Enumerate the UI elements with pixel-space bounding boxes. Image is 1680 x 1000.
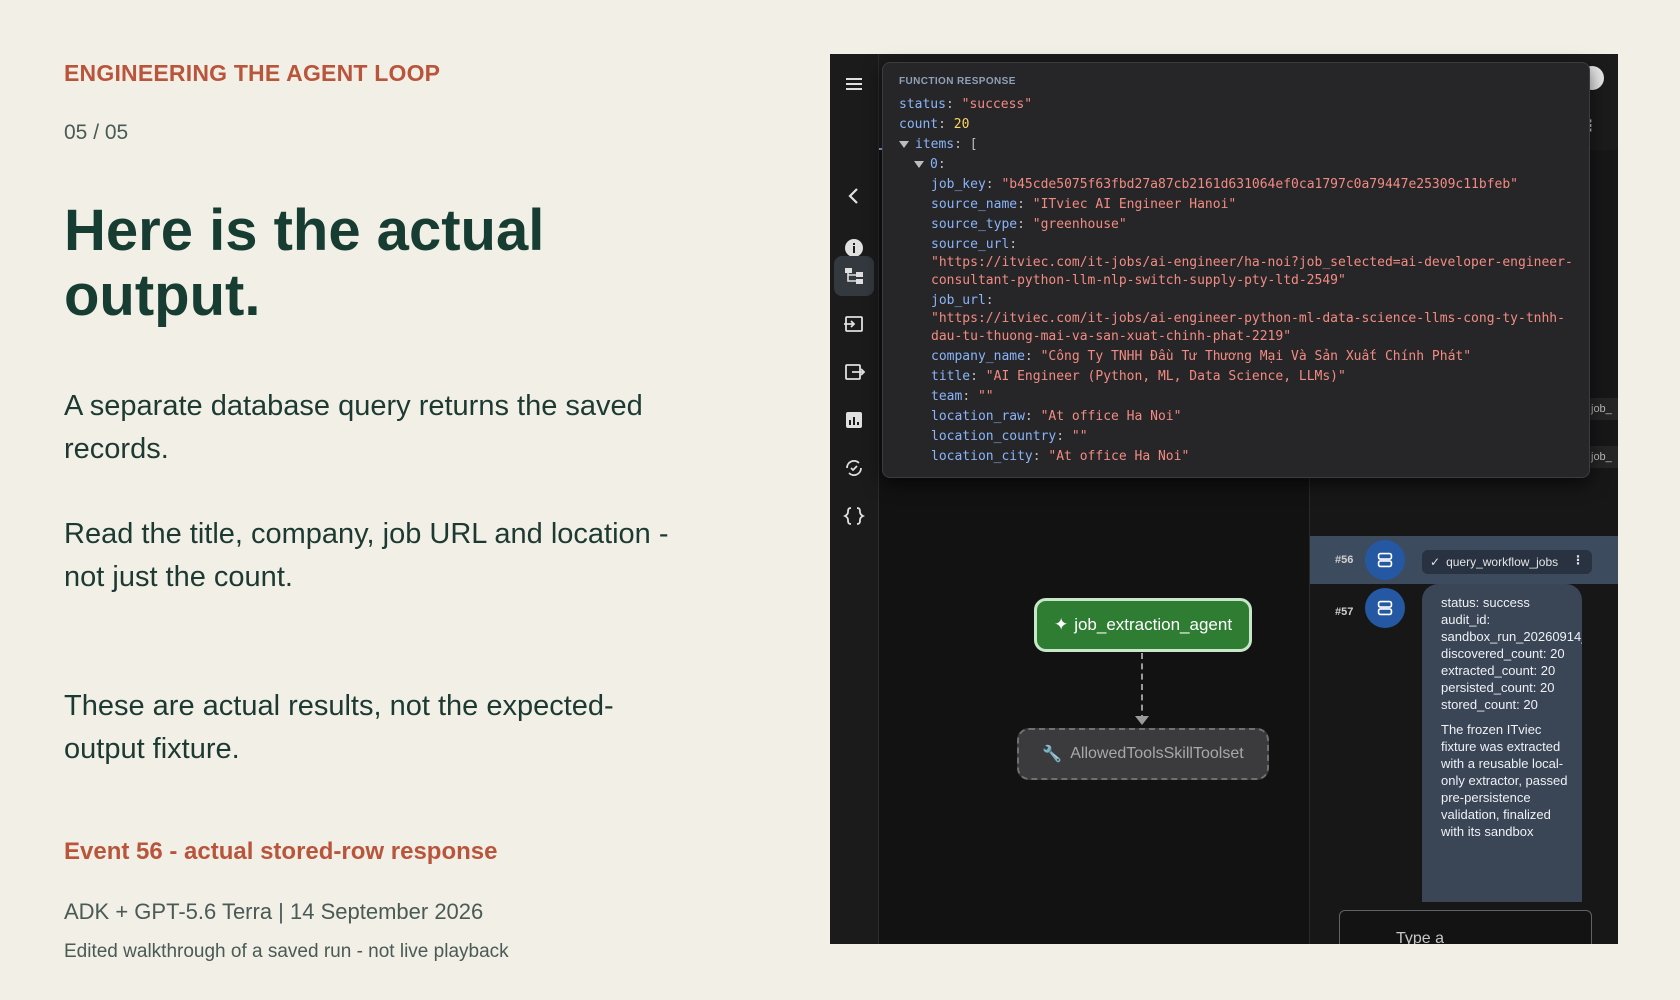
paragraph-actual: These are actual results, not the expect… xyxy=(64,690,614,765)
expand-triangle-icon xyxy=(899,141,909,148)
storage-icon xyxy=(1365,588,1405,628)
graph-view-icon[interactable] xyxy=(834,256,874,296)
edge-arrowhead xyxy=(1135,716,1149,725)
message-composer[interactable]: + Type a message... xyxy=(1339,910,1592,944)
json-field-location-raw: location_raw: "At office Ha Noi" xyxy=(931,409,1182,424)
expand-triangle-icon xyxy=(914,161,924,168)
code-braces-icon[interactable] xyxy=(834,496,874,536)
analytics-icon[interactable] xyxy=(834,400,874,440)
json-line-index[interactable]: 0: xyxy=(914,157,946,172)
json-field-job-key: job_key: "b45cde5075f63fbd27a87cb2161d63… xyxy=(931,177,1519,192)
event-title: Event 56 - actual stored-row response xyxy=(64,838,498,865)
json-value-job-url-1: "https://itviec.com/it-jobs/ai-engineer-… xyxy=(931,311,1565,326)
function-call-name: query_workflow_jobs xyxy=(1446,555,1559,569)
side-rail xyxy=(830,54,879,944)
json-field-source-name: source_name: "ITviec AI Engineer Hanoi" xyxy=(931,197,1237,212)
json-field-source-type: source_type: "greenhouse" xyxy=(931,217,1127,232)
slide-meta: ADK + GPT-5.6 Terra | 14 September 2026 xyxy=(64,899,484,924)
node-allowed-tools-toolset[interactable]: 🔧 AllowedToolsSkillToolset xyxy=(1017,728,1269,780)
json-field-source-url: source_url: xyxy=(931,237,1018,252)
event-chip-partial[interactable]: job_ xyxy=(1588,398,1618,420)
event-number: #57 xyxy=(1335,606,1354,618)
json-value-source-url-2: consultant-python-llm-nlp-switch-supply-… xyxy=(931,273,1346,288)
input-icon[interactable] xyxy=(834,304,874,344)
sync-check-icon[interactable] xyxy=(834,448,874,488)
wrench-icon: 🔧 xyxy=(1042,746,1063,763)
json-field-team: team: "" xyxy=(931,389,994,404)
function-call-chip[interactable]: ✓ query_workflow_jobs ⋮ xyxy=(1422,550,1592,574)
slide-note: Edited walkthrough of a saved run - not … xyxy=(64,941,509,962)
slide-headline: Here is the actual output. xyxy=(64,198,545,328)
menu-icon[interactable] xyxy=(834,64,874,104)
json-field-company-name: company_name: "Công Ty TNHH Đầu Tư Thươn… xyxy=(931,349,1472,364)
graph-edge xyxy=(1141,653,1143,721)
function-response-popup: FUNCTION RESPONSE status: "success" coun… xyxy=(882,62,1590,478)
json-field-title: title: "AI Engineer (Python, ML, Data Sc… xyxy=(931,369,1346,384)
slide-pager: 05 / 05 xyxy=(64,121,129,144)
slide-kicker: ENGINEERING THE AGENT LOOP xyxy=(64,60,441,86)
storage-icon xyxy=(1365,540,1405,580)
json-field-location-country: location_country: "" xyxy=(931,429,1088,444)
node-agent-label: job_extraction_agent xyxy=(1074,615,1233,634)
json-value-job-url-2: dau-tu-thuong-mai-va-san-xuat-chinh-phat… xyxy=(931,329,1292,344)
node-tool-label: AllowedToolsSkillToolset xyxy=(1070,745,1244,762)
event-row-56[interactable]: #56 ✓ query_workflow_jobs ⋮ xyxy=(1310,536,1618,584)
json-value-source-url-1: "https://itviec.com/it-jobs/ai-engineer/… xyxy=(931,255,1573,270)
sparkle-icon: ✦ xyxy=(1053,615,1069,634)
message-input[interactable]: Type a message... xyxy=(1396,927,1496,944)
json-field-job-url: job_url: xyxy=(931,293,994,308)
message-body: The frozen ITviec fixture was extracted … xyxy=(1441,722,1568,839)
json-field-location-city: location_city: "At office Ha Noi" xyxy=(931,449,1190,464)
event-57-message[interactable]: status: success audit_id: sandbox_run_20… xyxy=(1422,584,1582,902)
json-line-count: count: 20 xyxy=(899,117,970,132)
popup-title: FUNCTION RESPONSE xyxy=(899,76,1016,87)
paragraph-query: A separate database query returns the sa… xyxy=(64,390,643,465)
message-summary: status: success audit_id: sandbox_run_20… xyxy=(1441,595,1582,712)
chevron-left-icon[interactable] xyxy=(834,176,874,216)
event-number: #56 xyxy=(1335,554,1354,566)
output-icon[interactable] xyxy=(834,352,874,392)
node-job-extraction-agent[interactable]: ✦ job_extraction_agent xyxy=(1034,598,1252,652)
json-line-items[interactable]: items: [ xyxy=(899,137,978,152)
event-chip-partial[interactable]: job_ xyxy=(1588,446,1618,468)
check-icon: ✓ xyxy=(1430,555,1441,569)
json-line-status: status: "success" xyxy=(899,97,1033,112)
paragraph-read: Read the title, company, job URL and loc… xyxy=(64,518,669,593)
more-vert-icon[interactable]: ⋮ xyxy=(1572,553,1584,567)
